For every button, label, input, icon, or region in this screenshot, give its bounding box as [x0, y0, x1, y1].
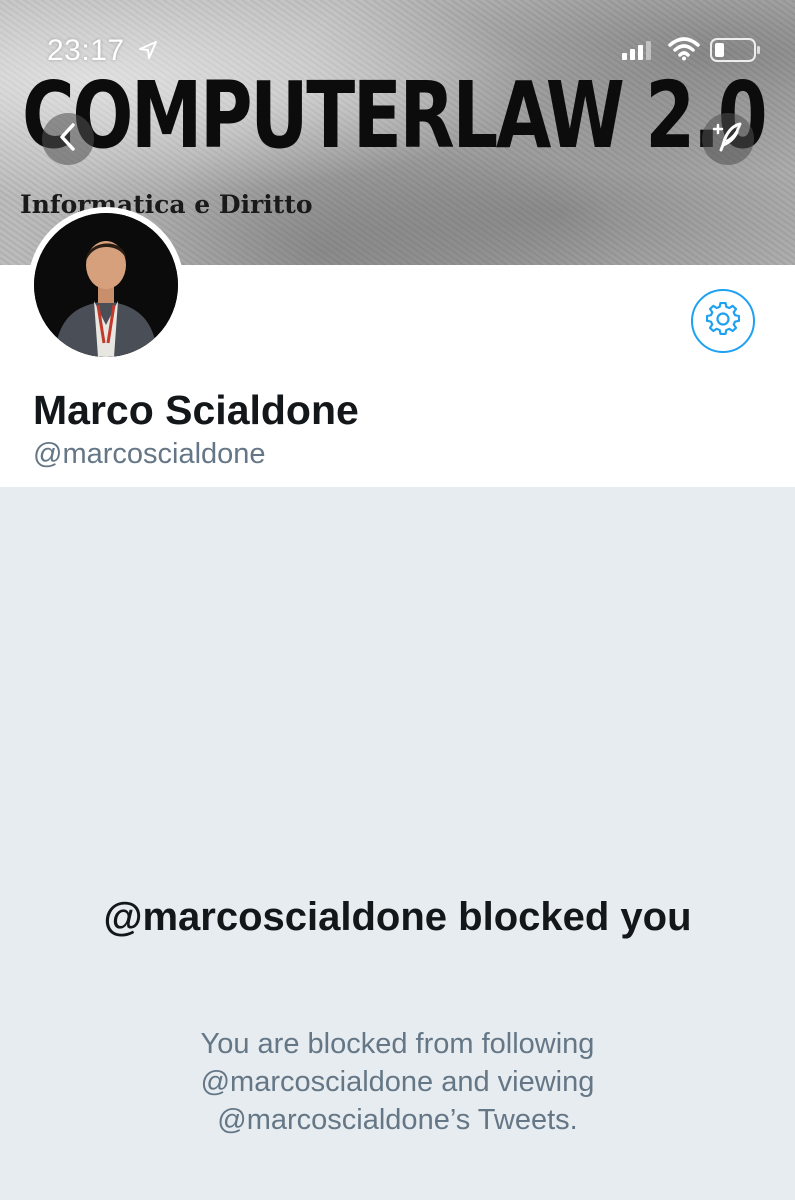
avatar-photo: [34, 213, 178, 357]
wifi-icon: [668, 37, 700, 66]
status-time: 23:17: [47, 34, 125, 67]
banner-subtitle: Informatica e Diritto: [20, 190, 313, 219]
compose-tweet-button[interactable]: [702, 113, 754, 165]
battery-icon: [710, 38, 762, 67]
blocked-desc-line-2: @marcoscialdone and viewing: [200, 1066, 595, 1098]
avatar[interactable]: [28, 207, 184, 363]
blocked-desc-line-3: @marcoscialdone’s Tweets.: [217, 1104, 578, 1136]
cellular-signal-icon: [622, 40, 652, 65]
blocked-desc-line-1: You are blocked from following: [200, 1028, 595, 1060]
profile-handle: @marcoscialdone: [33, 438, 266, 470]
compose-tweet-icon: [710, 119, 746, 160]
display-name: Marco Scialdone: [33, 387, 359, 433]
gear-icon: [705, 301, 741, 341]
back-button[interactable]: [42, 113, 94, 165]
settings-button[interactable]: [691, 289, 755, 353]
blocked-description: You are blocked from following @marcosci…: [100, 1025, 695, 1139]
blocked-title: @marcoscialdone blocked you: [103, 895, 692, 939]
status-bar: 23:17: [0, 0, 795, 100]
location-arrow-icon: [138, 40, 158, 65]
chevron-left-icon: [57, 122, 79, 157]
